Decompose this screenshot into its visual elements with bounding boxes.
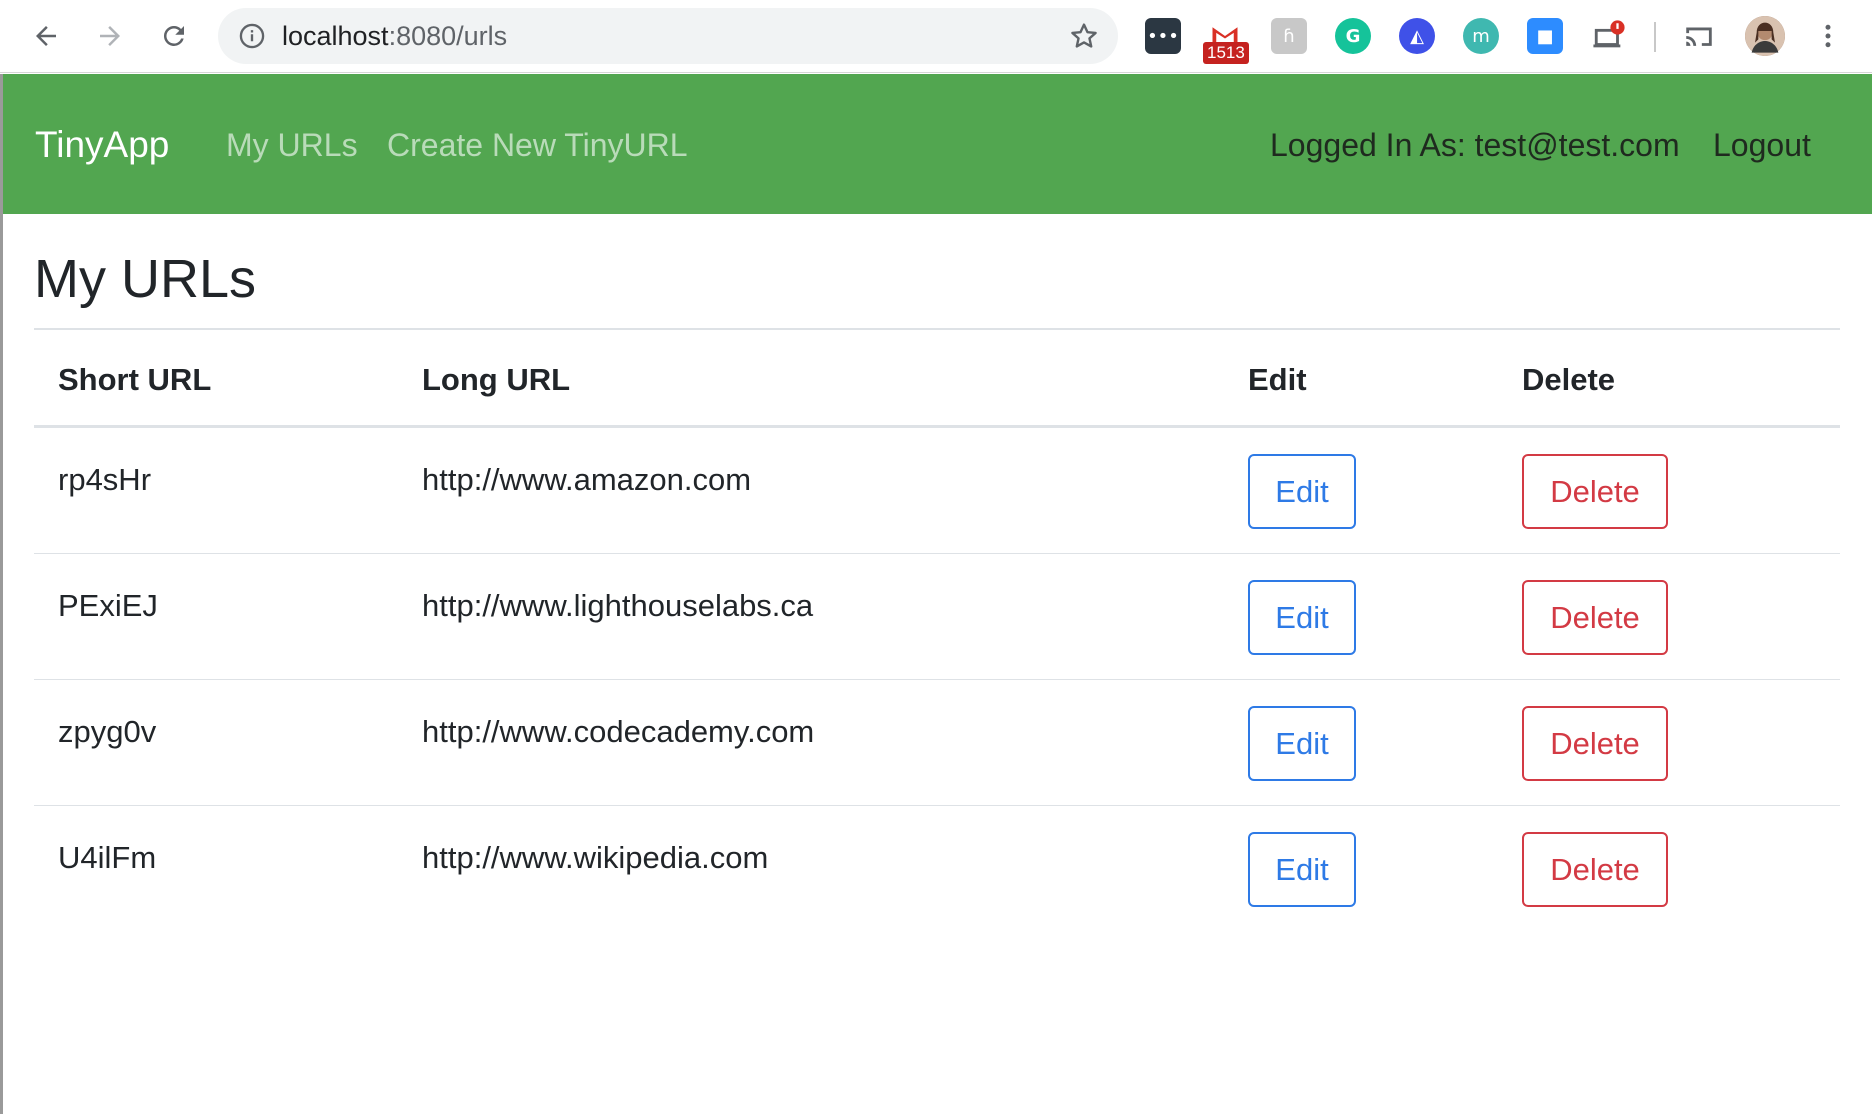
forward-button[interactable] [90, 16, 130, 56]
info-icon[interactable] [238, 22, 266, 50]
nav-link-my-urls[interactable]: My URLs [226, 127, 358, 164]
column-header-delete: Delete [1522, 362, 1616, 397]
table-row: zpyg0v http://www.codecademy.com Edit De… [34, 680, 1840, 806]
column-header-edit: Edit [1248, 362, 1307, 397]
brand-link[interactable]: TinyApp [35, 124, 169, 166]
reload-icon [163, 25, 184, 46]
gmail-unread-badge: 1513 [1203, 42, 1249, 64]
delete-button[interactable]: Delete [1522, 706, 1668, 781]
logout-link[interactable]: Logout [1713, 127, 1811, 164]
long-url-cell: http://www.lighthouselabs.ca [422, 588, 814, 623]
bookmark-star-icon[interactable] [1068, 20, 1100, 52]
password-manager-extension-icon[interactable]: ••• [1145, 18, 1181, 54]
page-title: My URLs [34, 249, 257, 309]
table-row: PExiEJ http://www.lighthouselabs.ca Edit… [34, 554, 1840, 680]
long-url-cell: http://www.wikipedia.com [422, 840, 769, 875]
profile-avatar[interactable] [1745, 16, 1785, 56]
browser-menu-button[interactable] [1808, 16, 1848, 56]
browser-toolbar: localhost:8080/urls ••• 1513 ɦ G ◭ m ■ [0, 0, 1872, 73]
edit-button[interactable]: Edit [1248, 454, 1356, 529]
arrow-right-icon [100, 26, 120, 46]
delete-button[interactable]: Delete [1522, 454, 1668, 529]
short-url-cell: U4ilFm [58, 840, 157, 875]
column-header-short-url: Short URL [58, 362, 212, 397]
grammarly-extension-icon[interactable]: G [1335, 18, 1371, 54]
toolbar-divider [1654, 22, 1656, 52]
table-row: U4ilFm http://www.wikipedia.com Edit Del… [34, 806, 1840, 932]
hunter-extension-icon[interactable]: ɦ [1271, 18, 1307, 54]
mailtrack-extension-icon[interactable]: m [1463, 18, 1499, 54]
edit-button[interactable]: Edit [1248, 706, 1356, 781]
long-url-cell: http://www.amazon.com [422, 462, 752, 497]
logged-in-user: Logged In As: test@test.com [1270, 127, 1680, 163]
arrow-left-icon [36, 26, 56, 46]
url-text: localhost:8080/urls [282, 20, 508, 51]
send-extension-icon[interactable]: ◭ [1399, 18, 1435, 54]
edit-button[interactable]: Edit [1248, 580, 1356, 655]
avatar-photo-icon [1745, 16, 1785, 56]
table-row: rp4sHr http://www.amazon.com Edit Delete [34, 428, 1840, 554]
address-bar[interactable]: localhost:8080/urls [218, 8, 1118, 64]
delete-button[interactable]: Delete [1522, 580, 1668, 655]
kebab-menu-icon [1825, 24, 1831, 48]
cast-icon [1686, 27, 1712, 46]
app-navbar: TinyApp My URLs Create New TinyURL Logge… [3, 74, 1872, 214]
column-header-long-url: Long URL [422, 362, 571, 397]
zoom-extension-icon[interactable]: ■ [1527, 18, 1563, 54]
short-url-cell: rp4sHr [58, 462, 152, 497]
screen-alert-extension-icon[interactable] [1591, 18, 1627, 54]
urls-table: Short URL Long URL Edit Delete rp4sHr ht… [34, 328, 1840, 932]
reload-button[interactable] [154, 16, 194, 56]
short-url-cell: zpyg0v [58, 714, 157, 749]
long-url-cell: http://www.codecademy.com [422, 714, 815, 749]
window-edge [0, 74, 3, 1114]
edit-button[interactable]: Edit [1248, 832, 1356, 907]
cast-button[interactable] [1681, 18, 1717, 54]
delete-button[interactable]: Delete [1522, 832, 1668, 907]
back-button[interactable] [26, 16, 66, 56]
laptop-alert-icon [1593, 20, 1625, 48]
table-header: Short URL Long URL Edit Delete [34, 330, 1840, 428]
nav-link-create-new[interactable]: Create New TinyURL [387, 127, 688, 164]
short-url-cell: PExiEJ [58, 588, 158, 623]
